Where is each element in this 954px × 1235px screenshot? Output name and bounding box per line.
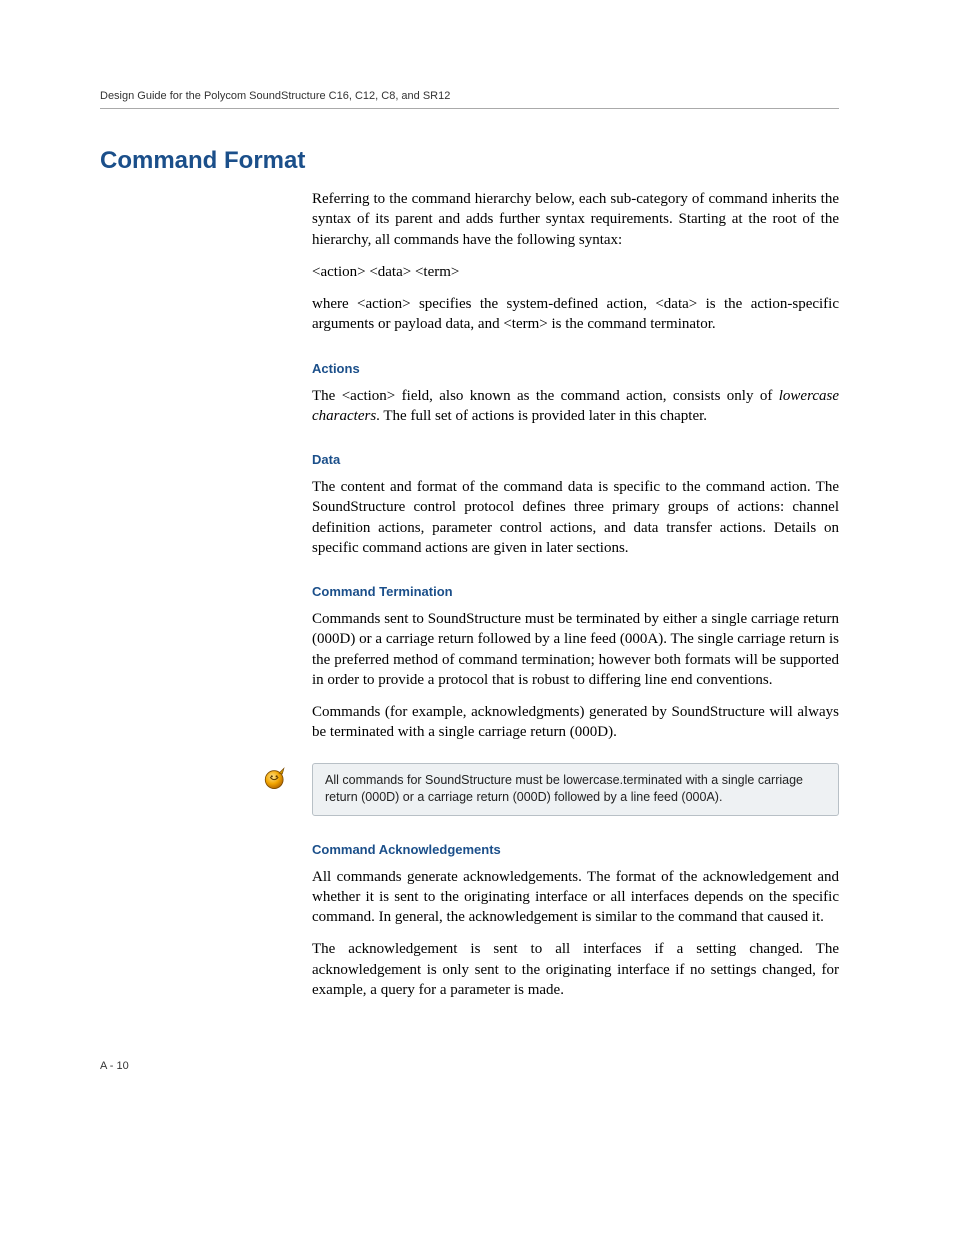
page: Design Guide for the Polycom SoundStruct… [0,0,954,1132]
actions-paragraph: The <action> field, also known as the co… [312,386,839,427]
content-area: Referring to the command hierarchy below… [312,189,839,1000]
running-header: Design Guide for the Polycom SoundStruct… [100,90,839,109]
page-number: A - 10 [100,1060,839,1072]
section-actions-heading: Actions [312,361,839,376]
termination-paragraph-1: Commands sent to SoundStructure must be … [312,609,839,690]
intro-paragraph-2: where <action> specifies the system-defi… [312,294,839,335]
section-termination-heading: Command Termination [312,584,839,599]
actions-text-a: The <action> field, also known as the co… [312,388,779,404]
intro-syntax: <action> <data> <term> [312,262,839,282]
termination-paragraph-2: Commands (for example, acknowledgments) … [312,702,839,743]
data-paragraph: The content and format of the command da… [312,477,839,558]
note-icon [262,765,288,791]
actions-text-b: . The full set of actions is provided la… [376,408,707,424]
intro-paragraph-1: Referring to the command hierarchy below… [312,189,839,250]
ack-paragraph-1: All commands generate acknowledgements. … [312,867,839,928]
note-row: All commands for SoundStructure must be … [262,763,839,816]
ack-paragraph-2: The acknowledgement is sent to all inter… [312,939,839,1000]
note-box: All commands for SoundStructure must be … [312,763,839,816]
section-ack-heading: Command Acknowledgements [312,842,839,857]
section-data-heading: Data [312,452,839,467]
page-title: Command Format [100,147,839,175]
